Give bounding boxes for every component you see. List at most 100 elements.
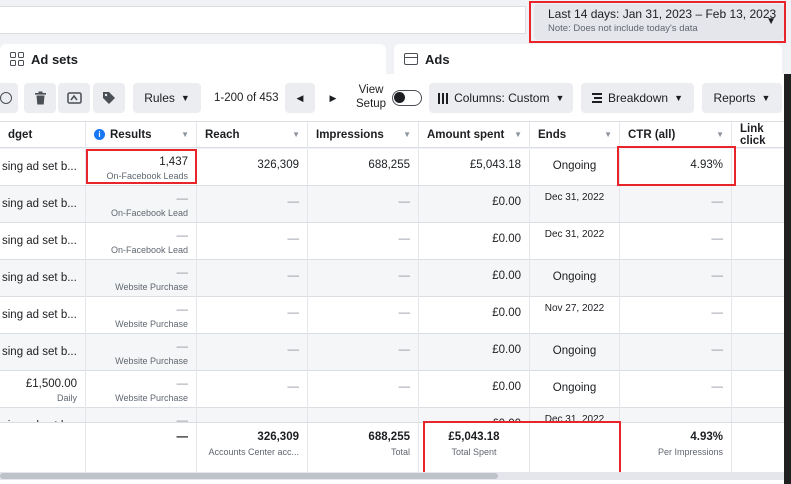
column-header[interactable]: Amount spent ▼ <box>419 122 530 148</box>
cell-value: — <box>176 193 189 205</box>
cell-value: £0.00 <box>492 307 521 319</box>
ab-test-button[interactable] <box>58 83 90 113</box>
table-row[interactable]: sing ad set b... — Website Purchase — — £0.00… <box>0 297 784 334</box>
table-cell: — <box>197 297 308 334</box>
columns-icon <box>437 92 449 104</box>
tab-ads-label: Ads <box>425 51 450 67</box>
cell-value: — <box>398 270 411 282</box>
column-header[interactable]: Impressions ▼ <box>308 122 419 148</box>
view-setup-line2: Setup <box>356 98 387 110</box>
table-cell: — <box>308 260 419 297</box>
table-row[interactable]: £1,500.00 Daily — Website Purchase — — £0.00 On… <box>0 371 784 408</box>
table-cell: — Website Purchase <box>86 334 197 371</box>
cell-value: 4.93% <box>690 159 723 171</box>
table-cell: — <box>620 371 732 408</box>
view-setup-toggle[interactable] <box>392 90 422 106</box>
column-header-label: CTR (all) <box>628 128 676 141</box>
table-row[interactable]: sing ad set b... 1,437 On-Facebook Leads 32… <box>0 149 784 186</box>
table-cell <box>732 260 791 297</box>
prev-page-button[interactable]: ◀ <box>285 83 315 113</box>
table-cell <box>732 297 791 334</box>
chevron-left-icon: ◀ <box>296 92 304 103</box>
cell-subtext: Website Purchase <box>115 319 188 329</box>
totals-cell <box>732 423 791 475</box>
table-row[interactable]: sing ad set b... — Website Purchase — — £0.00… <box>0 334 784 371</box>
tab-ad-sets[interactable]: Ad sets <box>0 44 386 74</box>
totals-subtext: Per Impressions <box>657 447 723 457</box>
totals-subtext: Total Spent <box>451 447 497 457</box>
cell-value: 688,255 <box>368 159 410 171</box>
column-header[interactable]: dget <box>0 122 86 148</box>
table-row[interactable]: sing ad set b... — On-Facebook Lead — — £0.00… <box>0 186 784 223</box>
cell-subtext: Daily <box>56 393 77 403</box>
column-header[interactable]: i Results ▼ <box>86 122 197 148</box>
table-cell: £5,043.18 <box>419 149 530 186</box>
rules-label: Rules <box>144 91 175 105</box>
cell-value: sing ad set b... <box>2 346 77 358</box>
cell-value: £0.00 <box>492 233 521 245</box>
duplicate-button[interactable] <box>0 83 18 113</box>
delete-button[interactable] <box>24 83 56 113</box>
table-cell: sing ad set b... <box>0 223 86 260</box>
table-cell: — <box>308 297 419 334</box>
table-cell: 688,255 <box>308 149 419 186</box>
ad-window-icon <box>404 53 418 65</box>
table-cell: — Website Purchase <box>86 260 197 297</box>
breakdown-icon <box>592 92 603 104</box>
column-header[interactable]: Link click <box>732 122 791 148</box>
caret-down-icon: ▼ <box>180 93 190 103</box>
rules-dropdown[interactable]: Rules ▼ <box>133 83 201 113</box>
columns-dropdown[interactable]: Columns: Custom ▼ <box>429 83 573 113</box>
totals-value: 688,255 <box>368 431 410 443</box>
table-cell <box>732 334 791 371</box>
sort-caret-icon: ▼ <box>181 130 189 139</box>
scroll-thumb[interactable] <box>0 473 498 479</box>
table-cell: — <box>620 186 732 223</box>
table-cell: — Website Purchase <box>86 297 197 334</box>
horizontal-scrollbar[interactable] <box>0 472 784 480</box>
table-cell: £0.00 <box>419 186 530 223</box>
sort-caret-icon: ▼ <box>716 130 724 139</box>
table-cell <box>732 186 791 223</box>
totals-subtext: Accounts Center acc... <box>208 447 299 457</box>
cell-value: — <box>287 344 300 356</box>
table-cell: £0.00 <box>419 297 530 334</box>
chevron-right-icon: ▶ <box>329 92 337 103</box>
table-cell: — On-Facebook Lead <box>86 223 197 260</box>
column-header-label: Ends <box>538 128 567 141</box>
cell-value: Ongoing <box>552 271 597 283</box>
table-cell <box>732 149 791 186</box>
column-header[interactable]: Reach ▼ <box>197 122 308 148</box>
table-cell: — <box>308 186 419 223</box>
reports-dropdown[interactable]: Reports ▼ <box>702 83 782 113</box>
view-setup-line1: View <box>358 84 384 96</box>
totals-cell: 4.93% Per Impressions <box>620 423 732 475</box>
column-header[interactable]: CTR (all) ▼ <box>620 122 732 148</box>
caret-down-icon: ▼ <box>674 93 683 103</box>
right-edge <box>784 74 791 484</box>
table-row[interactable]: sing ad set b... — Website Purchase — — £0.00… <box>0 260 784 297</box>
table-row[interactable]: sing ad set b... — On-Facebook Lead — — £0.00… <box>0 223 784 260</box>
circle-icon <box>0 92 12 104</box>
table-cell: — <box>308 371 419 408</box>
cell-value: — <box>711 270 724 282</box>
columns-label: Columns: Custom <box>454 91 550 105</box>
sort-caret-icon: ▼ <box>292 130 300 139</box>
table-cell: — <box>197 260 308 297</box>
column-header[interactable]: Ends ▼ <box>530 122 620 148</box>
ads-manager-frame: Last 14 days: Jan 31, 2023 – Feb 13, 202… <box>0 0 791 484</box>
breakdown-dropdown[interactable]: Breakdown ▼ <box>581 83 694 113</box>
next-page-button[interactable]: ▶ <box>318 83 348 113</box>
cell-value: sing ad set b... <box>2 272 77 284</box>
table-cell: £0.00 <box>419 371 530 408</box>
cell-value: — <box>176 230 189 242</box>
tag-button[interactable] <box>93 83 125 113</box>
totals-value: 4.93% <box>690 431 723 443</box>
table-cell: — <box>197 371 308 408</box>
table-cell: Ongoing <box>530 334 620 371</box>
tab-ads[interactable]: Ads <box>394 44 782 74</box>
date-range-picker[interactable]: Last 14 days: Jan 31, 2023 – Feb 13, 202… <box>534 4 784 40</box>
table-cell: Nov 27, 2022 <box>530 297 620 334</box>
column-header-label: Results <box>110 128 152 141</box>
cell-value: — <box>176 378 189 390</box>
